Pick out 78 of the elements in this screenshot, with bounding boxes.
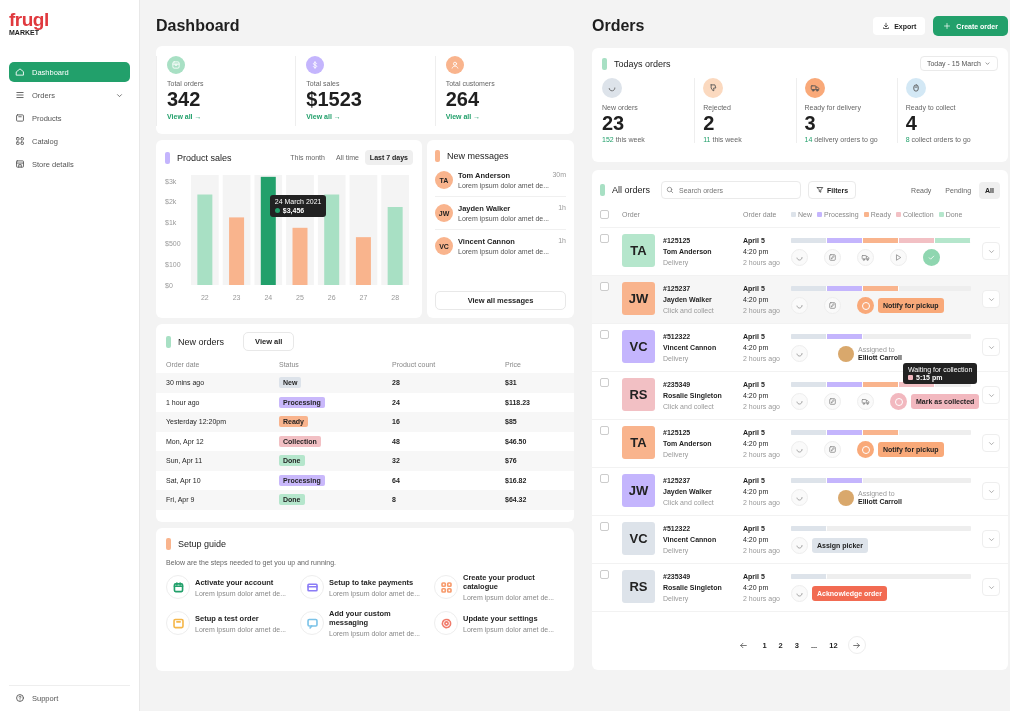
card-title: Setup guide — [178, 539, 227, 549]
accent-bar — [166, 538, 171, 550]
chevron-down-icon — [984, 60, 991, 67]
checkbox[interactable] — [600, 474, 609, 483]
grid-icon — [15, 136, 25, 146]
chart-bar — [229, 217, 245, 285]
stat-value: 3 — [804, 113, 816, 133]
avatar: TA — [622, 234, 655, 267]
plus-icon — [943, 22, 952, 30]
avatar — [838, 345, 854, 362]
refresh-icon — [791, 441, 808, 458]
expand-button[interactable] — [982, 530, 1000, 548]
accent-bar — [602, 57, 607, 70]
card-title: New orders — [178, 336, 224, 347]
avatar: JW — [622, 474, 655, 507]
checkbox[interactable] — [600, 522, 609, 531]
edit-icon — [824, 249, 841, 266]
card-title: Product sales — [177, 152, 232, 163]
accent-bar — [166, 335, 171, 348]
avatar: VC — [622, 330, 655, 363]
expand-button[interactable] — [982, 578, 1000, 596]
refresh-icon — [791, 249, 808, 266]
download-icon — [882, 22, 891, 30]
accent-bar — [435, 150, 440, 162]
avatar: RS — [622, 570, 655, 603]
stat-value: 23 — [602, 113, 625, 133]
checkbox[interactable] — [600, 426, 609, 435]
avatar: RS — [622, 378, 655, 411]
refresh-icon — [791, 393, 808, 410]
stat-value: 2 — [703, 113, 715, 133]
play-icon — [890, 249, 907, 266]
checkbox[interactable] — [600, 378, 609, 387]
edit-icon — [824, 297, 841, 314]
stat-value: 4 — [905, 113, 917, 133]
stat-value: 342 — [167, 89, 201, 109]
arrow-left-icon — [738, 640, 748, 650]
checkbox[interactable] — [600, 210, 609, 219]
refresh-icon — [791, 585, 808, 602]
card-title: New messages — [447, 151, 509, 161]
expand-button[interactable] — [982, 242, 1000, 260]
edit-icon — [824, 441, 841, 458]
accent-bar — [600, 184, 605, 196]
card-title: Todays orders — [614, 58, 671, 69]
avatar — [838, 489, 854, 506]
checkbox[interactable] — [600, 282, 609, 291]
avatar: TA — [622, 426, 655, 459]
checkbox[interactable] — [600, 330, 609, 339]
avatar: VC — [622, 522, 655, 555]
dot-icon — [274, 207, 280, 213]
refresh-icon — [791, 345, 808, 362]
stat-value: 264 — [445, 89, 480, 109]
logo-text: frugl — [9, 10, 49, 29]
filter-icon — [816, 186, 824, 194]
accent-bar — [165, 151, 170, 164]
truck-icon — [857, 249, 874, 266]
truck-icon — [857, 393, 874, 410]
expand-button[interactable] — [982, 434, 1000, 452]
expand-button[interactable] — [982, 290, 1000, 308]
list-icon — [15, 90, 25, 100]
refresh-icon — [791, 537, 808, 554]
storefront-icon — [15, 159, 25, 169]
page-title: Orders — [592, 17, 645, 35]
checkbox[interactable] — [600, 570, 609, 579]
help-icon — [15, 693, 25, 703]
refresh-icon — [791, 297, 808, 314]
edit-icon — [824, 393, 841, 410]
box-icon — [15, 113, 25, 123]
expand-button[interactable] — [982, 386, 1000, 404]
refresh-icon — [791, 489, 808, 506]
checkbox[interactable] — [600, 234, 609, 243]
stat-value: $1523 — [306, 89, 362, 109]
home-icon — [15, 67, 25, 77]
card-title: All orders — [612, 185, 650, 195]
avatar: JW — [622, 282, 655, 315]
page-title: Dashboard — [156, 17, 240, 35]
expand-button[interactable] — [982, 338, 1000, 356]
expand-button[interactable] — [982, 482, 1000, 500]
arrow-right-icon — [852, 640, 862, 650]
